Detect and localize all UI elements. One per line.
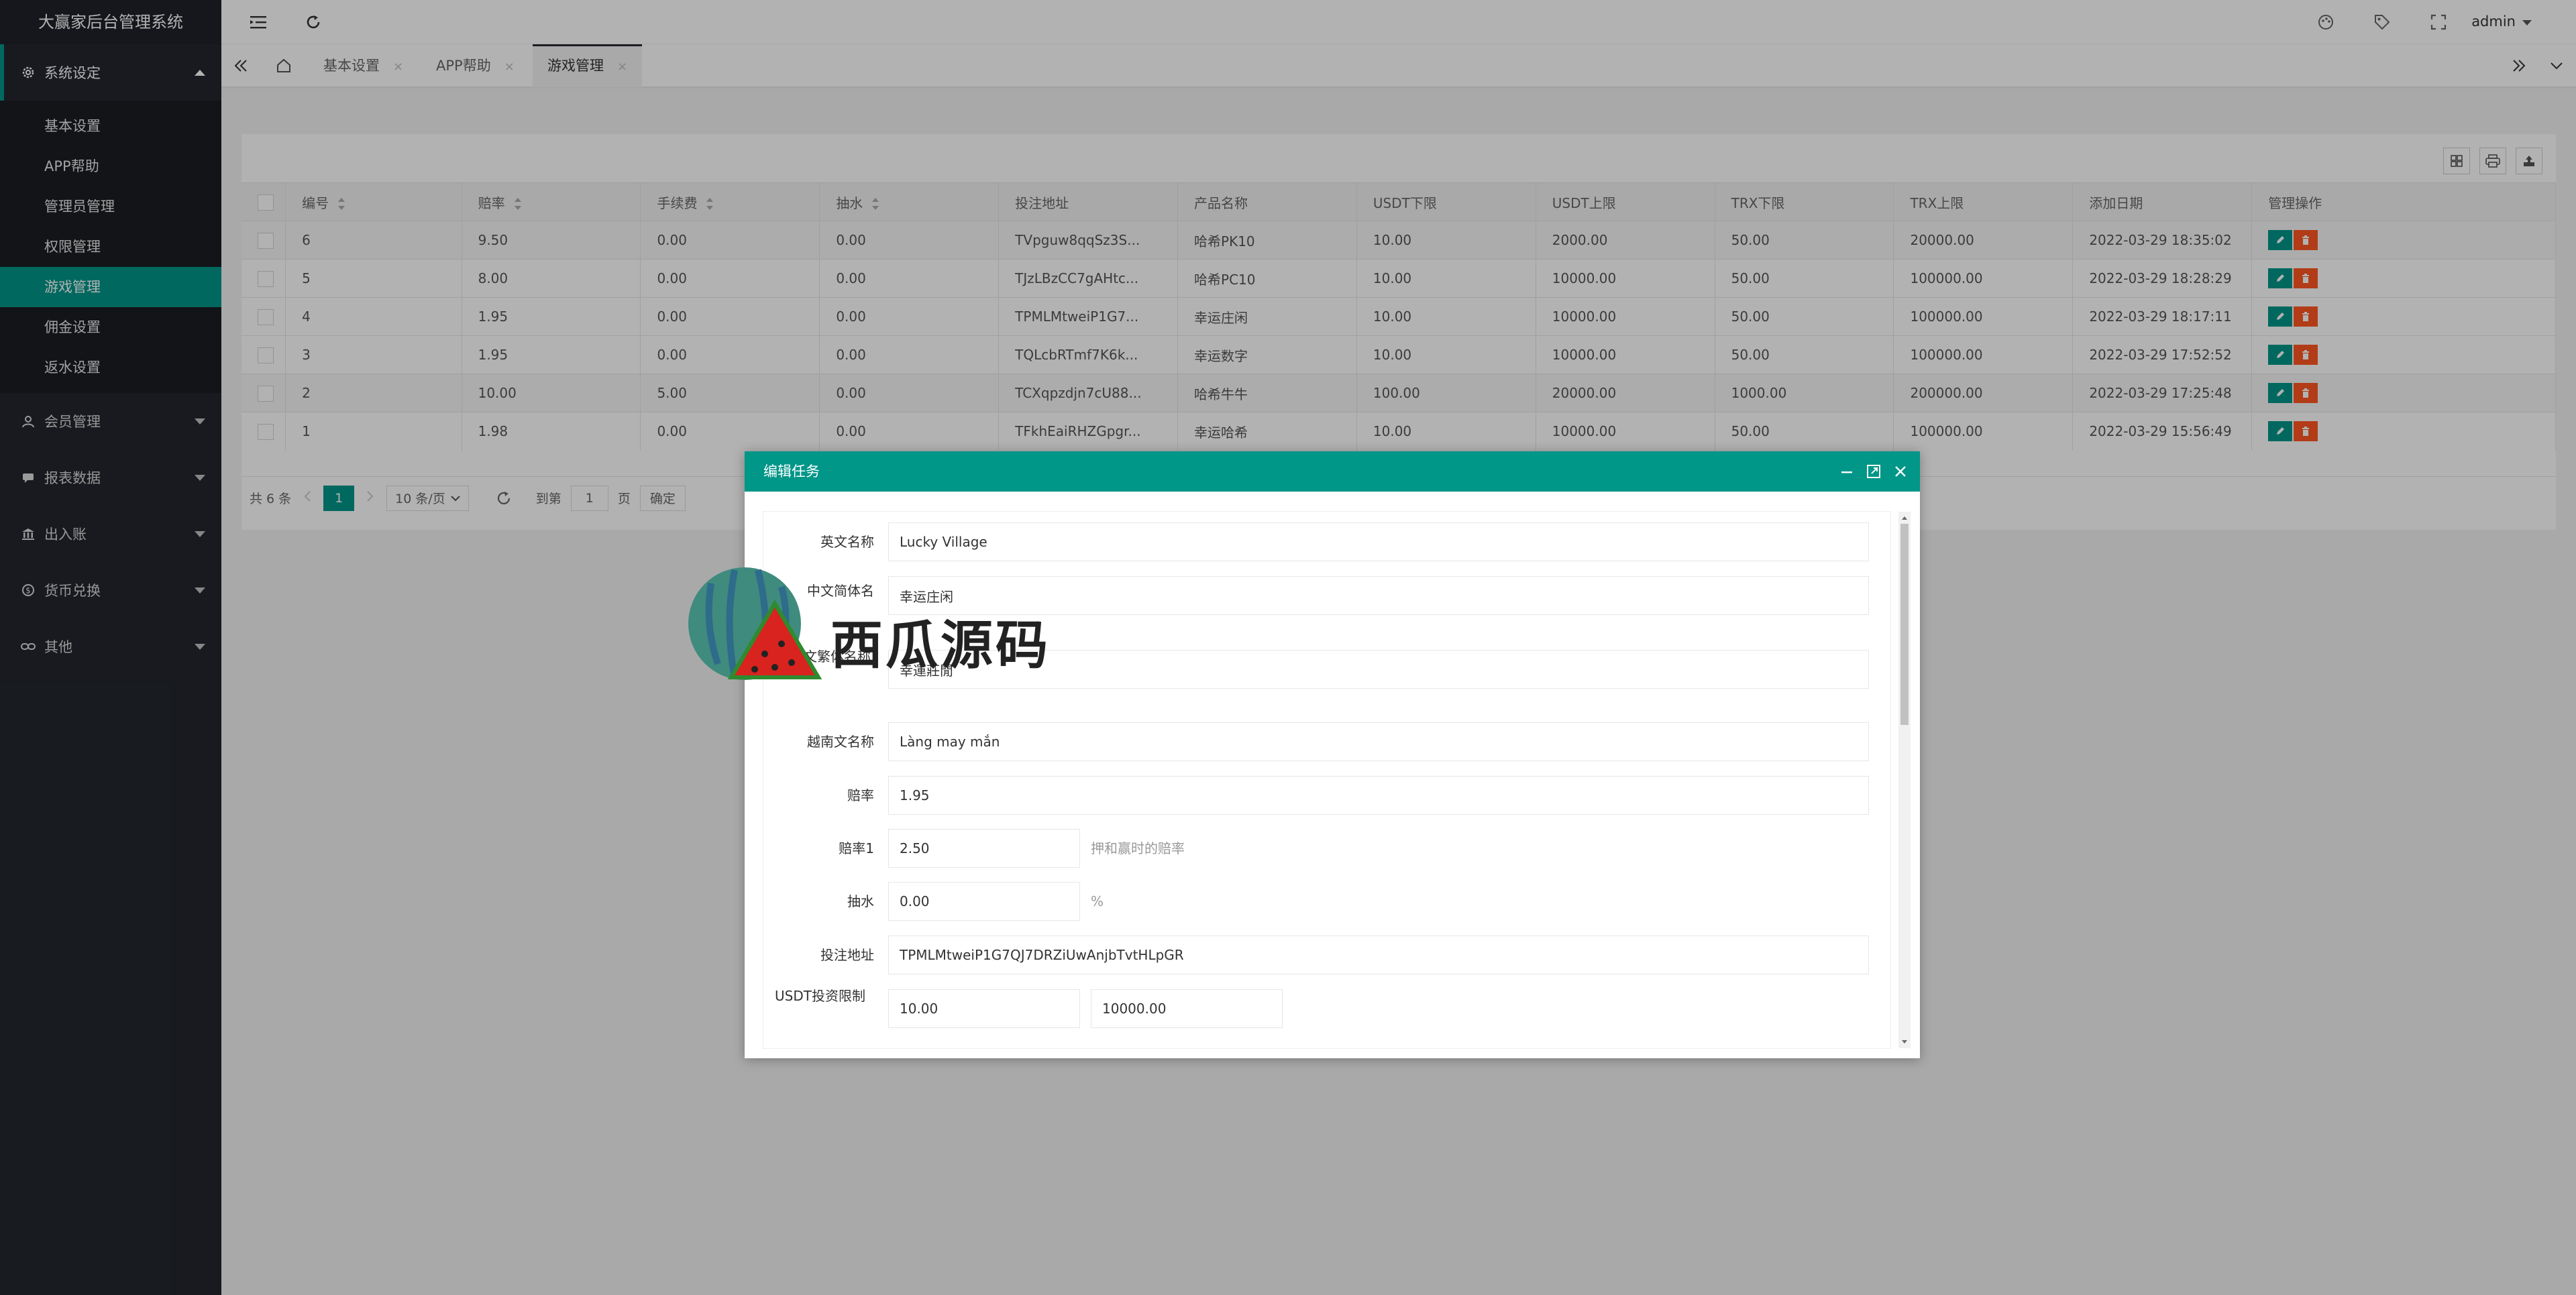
scroll-down-icon xyxy=(1902,1040,1907,1044)
vi-label: 越南文名称 xyxy=(807,734,874,750)
modal-header: 编辑任务 xyxy=(745,451,1920,492)
usdt-min-input[interactable]: 10.00 xyxy=(888,989,1080,1028)
close-icon[interactable] xyxy=(1892,463,1909,480)
modal-scrollbar[interactable] xyxy=(1898,512,1911,1048)
watermark-logo: 西瓜源码 xyxy=(671,563,1073,691)
rake-unit: % xyxy=(1091,893,1104,909)
watermelon-icon xyxy=(688,567,822,680)
edit-task-modal: 编辑任务 英文名称 Lucky Village 中文简体名 幸运庄闲 文繁体名称… xyxy=(745,451,1920,1058)
odds1-hint: 押和赢时的赔率 xyxy=(1091,840,1185,856)
usdt-max-input[interactable]: 10000.00 xyxy=(1091,989,1283,1028)
modal-title: 编辑任务 xyxy=(763,463,820,480)
odds-input[interactable]: 1.95 xyxy=(888,776,1869,815)
rake-label: 抽水 xyxy=(847,893,874,909)
odds1-input[interactable]: 2.50 xyxy=(888,829,1080,868)
rake-input[interactable]: 0.00 xyxy=(888,882,1080,921)
address-input[interactable]: TPMLMtweiP1G7QJ7DRZiUwAnjbTvtHLpGR xyxy=(888,936,1869,974)
vi-input[interactable]: Làng may mắn xyxy=(888,722,1869,761)
scroll-up-icon xyxy=(1902,516,1907,520)
address-label: 投注地址 xyxy=(820,947,874,963)
odds1-label: 赔率1 xyxy=(839,840,874,856)
en-name-label: 英文名称 xyxy=(820,534,874,550)
usdt-limit-label: USDT投资限制 xyxy=(775,988,865,1004)
minimize-icon[interactable] xyxy=(1838,463,1856,480)
scroll-thumb[interactable] xyxy=(1900,524,1909,725)
watermark-text: 西瓜源码 xyxy=(830,616,1051,676)
maximize-icon[interactable] xyxy=(1865,463,1882,480)
en-name-input[interactable]: Lucky Village xyxy=(888,522,1869,561)
odds-label: 赔率 xyxy=(847,787,874,803)
